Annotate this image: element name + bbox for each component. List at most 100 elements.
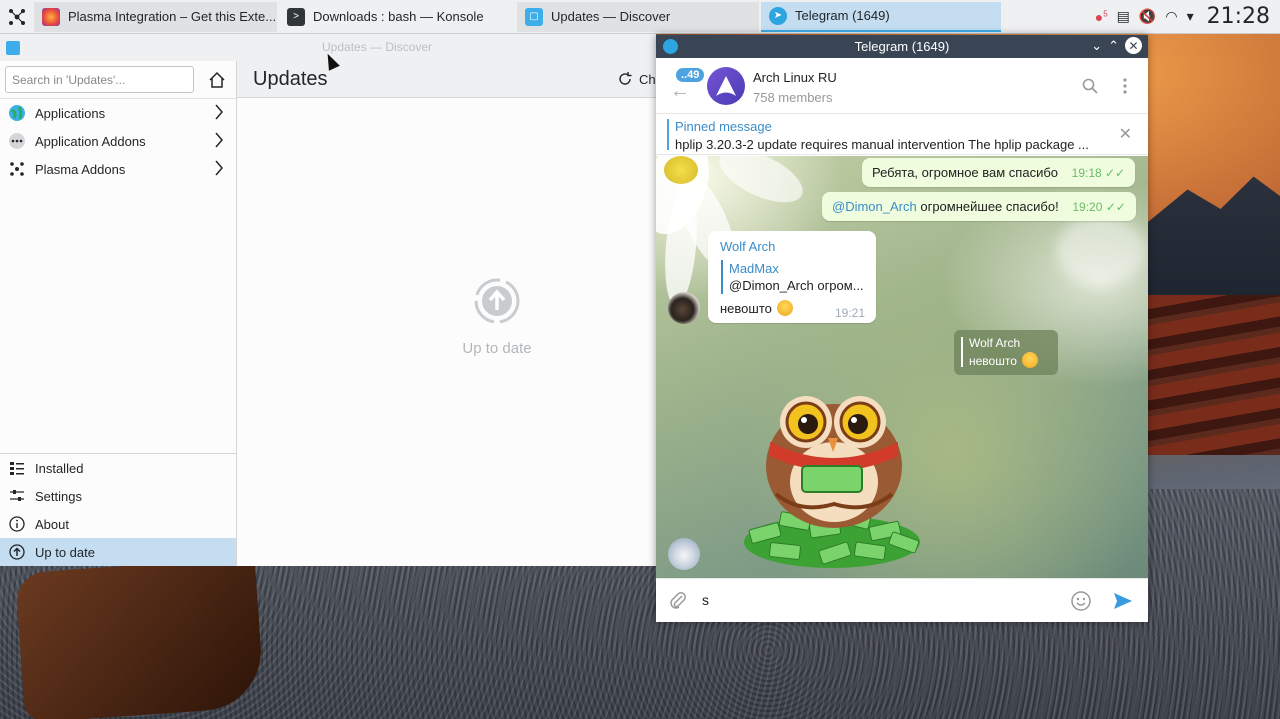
sidebar-item-installed[interactable]: Installed — [0, 454, 236, 482]
task-konsole[interactable]: > Downloads : bash — Konsole — [279, 1, 515, 32]
up-to-date-icon — [473, 277, 521, 328]
sidebar-item-plasma-addons[interactable]: Plasma Addons — [0, 155, 236, 183]
task-label: Updates — Discover — [551, 9, 671, 24]
chat-name[interactable]: Arch Linux RU — [753, 70, 837, 85]
info-icon — [8, 515, 26, 533]
reply-text: невошто — [969, 352, 1038, 368]
refresh-icon — [619, 72, 632, 85]
window-buttons: ⌄ ⌃ ✕ — [1091, 37, 1142, 54]
wallpaper-petal — [1056, 216, 1146, 286]
avatar[interactable] — [668, 292, 700, 324]
discover-icon: ▢ — [525, 7, 543, 26]
top-panel: Plasma Integration – Get this Exte... > … — [0, 0, 1280, 34]
home-icon — [209, 71, 225, 88]
reply-author: Wolf Arch — [969, 336, 1021, 350]
send-icon[interactable] — [1112, 590, 1134, 615]
task-label: Downloads : bash — Konsole — [313, 9, 484, 24]
discover-main: Updates Ch — [237, 61, 656, 566]
tray-expand-icon[interactable]: ▾ — [1187, 8, 1194, 25]
close-icon[interactable]: ✕ — [1119, 124, 1132, 144]
minimize-icon[interactable]: ⌄ — [1091, 38, 1102, 54]
app-launcher-icon[interactable] — [0, 0, 34, 34]
message-text: огромнейшее спасибо! — [916, 199, 1059, 214]
paperclip-icon[interactable] — [668, 591, 688, 614]
compose-bar: s — [656, 578, 1148, 622]
page-header: Updates Ch — [237, 61, 656, 98]
message-time: 19:20 ✓✓ — [1072, 200, 1126, 214]
message-text: Ребята, огромное вам спасибо — [872, 165, 1059, 180]
sidebar-item-applications[interactable]: Applications — [0, 99, 236, 127]
message-out[interactable]: @Dimon_Arch огромнейшее спасибо! 19:20 ✓… — [822, 192, 1136, 221]
pinned-title: Pinned message — [675, 119, 772, 134]
message-time: 19:18 ✓✓ — [1071, 166, 1126, 180]
pinned-text: hplip 3.20.3-2 update requires manual in… — [675, 137, 1089, 152]
smile-emoji-icon — [1021, 352, 1038, 368]
sidebar-item-settings[interactable]: Settings — [0, 482, 236, 510]
wallpaper-petal — [711, 156, 811, 214]
pinned-bar — [667, 119, 669, 150]
unread-badge: ..49 — [676, 68, 705, 82]
wifi-icon[interactable]: ◠ — [1165, 8, 1177, 25]
emoji-icon[interactable] — [1070, 590, 1092, 615]
sidebar-item-label: Up to date — [35, 544, 95, 560]
reply-author[interactable]: MadMax — [729, 261, 779, 276]
system-tray: ●5 ▤ 🔇 ◠ ▾ 21:28 — [1095, 4, 1280, 29]
task-telegram[interactable]: ➤ Telegram (1649) — [761, 1, 1001, 32]
telegram-window: Telegram (1649) ⌄ ⌃ ✕ ← ..49 Arch Linux … — [656, 35, 1148, 622]
discover-app-icon — [6, 40, 20, 55]
telegram-icon: ➤ — [769, 6, 787, 25]
sidebar-item-label: Plasma Addons — [35, 161, 126, 177]
firefox-icon — [42, 7, 60, 26]
sidebar-item-label: About — [35, 516, 69, 532]
more-vertical-icon[interactable] — [1122, 78, 1128, 97]
avatar[interactable] — [668, 538, 700, 570]
close-icon[interactable]: ✕ — [1125, 37, 1142, 54]
wallpaper-boat — [15, 556, 265, 719]
search-row: Search in 'Updates'... — [0, 61, 236, 99]
pinned-message[interactable]: Pinned message hplip 3.20.3-2 update req… — [656, 114, 1148, 155]
check-updates-button[interactable]: Ch — [617, 71, 656, 87]
sidebar-item-label: Applications — [35, 105, 106, 121]
task-discover[interactable]: ▢ Updates — Discover — [517, 1, 759, 32]
chevron-right-icon — [214, 132, 224, 151]
clock[interactable]: 21:28 — [1207, 4, 1270, 29]
sidebar-item-application-addons[interactable]: Application Addons — [0, 127, 236, 155]
chat-avatar[interactable] — [707, 67, 745, 105]
page-title: Updates — [253, 67, 328, 90]
smile-emoji-icon — [776, 300, 793, 316]
list-icon — [8, 459, 26, 477]
addons-icon — [8, 132, 26, 150]
notification-icon[interactable]: ●5 — [1095, 9, 1108, 25]
sticker-reply-preview[interactable]: Wolf Arch невошто — [954, 330, 1058, 375]
sidebar-bottom-nav: Installed Settings About Up to date — [0, 453, 236, 566]
sidebar-item-label: Application Addons — [35, 133, 146, 149]
chat-area: Ребята, огромное вам спасибо 19:18 ✓✓ @D… — [656, 156, 1148, 578]
search-input[interactable]: Search in 'Updates'... — [5, 66, 194, 93]
message-text: невошто — [720, 300, 793, 316]
wallpaper-boats — [1148, 295, 1280, 455]
globe-icon — [8, 104, 26, 122]
home-button[interactable] — [202, 65, 232, 95]
chat-members: 758 members — [753, 90, 833, 105]
telegram-titlebar[interactable]: Telegram (1649) ⌄ ⌃ ✕ — [656, 35, 1148, 58]
message-author[interactable]: Wolf Arch — [720, 239, 775, 254]
discover-sidebar: Search in 'Updates'... Applications Appl… — [0, 61, 237, 566]
maximize-icon[interactable]: ⌃ — [1108, 38, 1119, 54]
message-input[interactable]: s — [702, 592, 709, 608]
chat-header: ← ..49 Arch Linux RU 758 members — [656, 58, 1148, 114]
telegram-app-icon — [663, 39, 678, 54]
message-out[interactable]: Ребята, огромное вам спасибо 19:18 ✓✓ — [862, 158, 1136, 187]
search-icon[interactable] — [1082, 78, 1098, 97]
owl-sticker[interactable] — [740, 374, 926, 570]
sidebar-item-updates[interactable]: Up to date — [0, 538, 236, 566]
back-arrow-icon[interactable]: ← — [670, 80, 690, 103]
task-firefox[interactable]: Plasma Integration – Get this Exte... — [34, 1, 277, 32]
volume-muted-icon[interactable]: 🔇 — [1139, 8, 1156, 25]
plasma-icon — [8, 160, 26, 178]
reply-text[interactable]: @Dimon_Arch огром... — [729, 278, 864, 293]
message-in[interactable]: Wolf Arch MadMax @Dimon_Arch огром... не… — [708, 231, 876, 323]
mention-link[interactable]: @Dimon_Arch — [832, 199, 917, 214]
sidebar-item-about[interactable]: About — [0, 510, 236, 538]
window-title: Telegram (1649) — [854, 39, 950, 54]
clipboard-icon[interactable]: ▤ — [1117, 8, 1130, 25]
